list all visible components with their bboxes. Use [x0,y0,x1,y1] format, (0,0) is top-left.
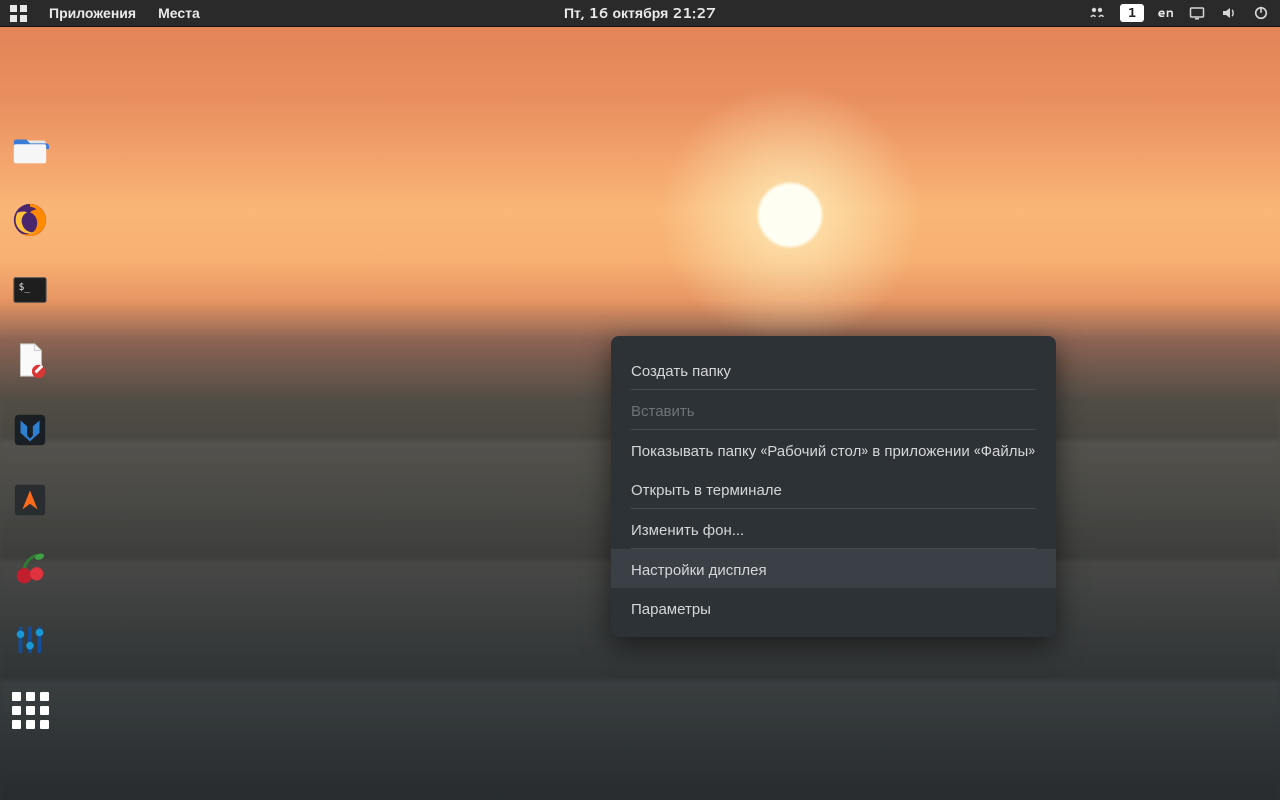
dock: $_ [10,130,50,730]
menu-item-paste: Вставить [611,390,1056,429]
show-apps-icon[interactable] [10,690,50,730]
cherrytree-icon[interactable] [10,550,50,590]
menu-item-new-folder[interactable]: Создать папку [611,350,1056,389]
power-icon[interactable] [1252,4,1270,22]
menu-item-settings[interactable]: Параметры [611,588,1056,627]
keyboard-layout-indicator[interactable]: en [1158,4,1174,22]
files-app-icon[interactable] [10,130,50,170]
activities-button[interactable] [10,5,27,22]
screen-icon[interactable] [1188,4,1206,22]
volume-icon[interactable] [1220,4,1238,22]
firefox-icon[interactable] [10,200,50,240]
menu-item-label: Вставить [631,400,695,421]
menu-item-display-settings[interactable]: Настройки дисплея [611,549,1056,588]
menu-item-label: Изменить фон… [631,519,744,540]
menu-item-change-background[interactable]: Изменить фон… [611,509,1056,548]
terminal-icon[interactable]: $_ [10,270,50,310]
menu-item-label: Создать папку [631,360,731,381]
burpsuite-icon[interactable] [10,480,50,520]
menu-item-open-terminal[interactable]: Открыть в терминале [611,469,1056,508]
metasploit-icon[interactable] [10,410,50,450]
equalizer-icon[interactable] [10,620,50,660]
workspace-indicator[interactable]: 1 [1120,4,1143,22]
accessibility-icon[interactable] [1088,4,1106,22]
svg-text:$_: $_ [19,282,31,293]
menu-item-show-desktop-in-files[interactable]: Показывать папку «Рабочий стол» в прилож… [611,430,1056,469]
top-panel: Приложения Места Пт, 16 октября 21:27 1 … [0,0,1280,27]
text-editor-icon[interactable] [10,340,50,380]
places-menu[interactable]: Места [158,3,200,23]
desktop-context-menu: Создать папку Вставить Показывать папку … [611,336,1056,637]
menu-item-label: Настройки дисплея [631,559,767,580]
clock[interactable]: Пт, 16 октября 21:27 [564,3,716,23]
menu-item-label: Открыть в терминале [631,479,782,500]
menu-item-label: Параметры [631,598,711,619]
applications-menu[interactable]: Приложения [49,3,136,23]
menu-item-label: Показывать папку «Рабочий стол» в прилож… [631,440,1035,461]
